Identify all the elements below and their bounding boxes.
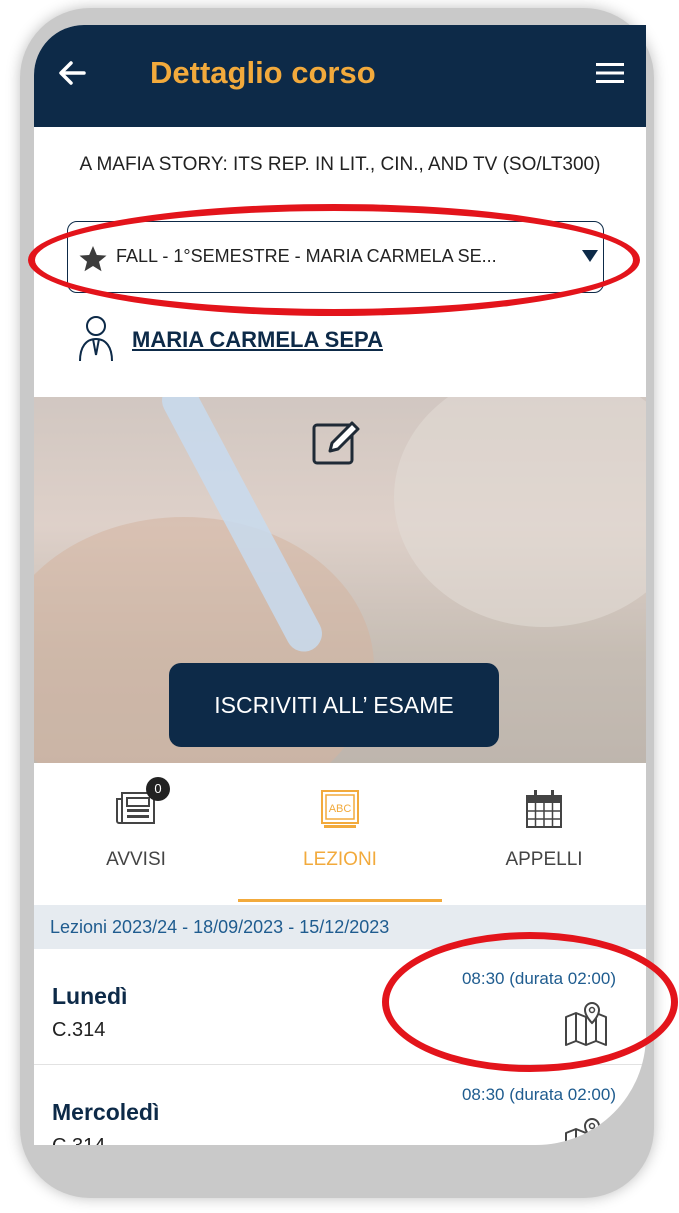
lesson-row[interactable]: Mercoledì C.314 08:30 (durata 02:00) <box>34 1065 646 1145</box>
lesson-day: Mercoledì <box>52 1099 160 1125</box>
lessons-period-header: Lezioni 2023/24 - 18/09/2023 - 15/12/202… <box>34 905 646 949</box>
notice-count-badge: 0 <box>146 777 170 801</box>
calendar-icon <box>526 790 562 828</box>
page-title: Dettaglio corso <box>150 55 376 90</box>
course-name: A MAFIA STORY: ITS REP. IN LIT., CIN., A… <box>79 154 601 175</box>
caret-down-icon[interactable] <box>581 249 599 263</box>
arrow-left-icon[interactable] <box>54 53 94 93</box>
tab-avvisi[interactable]: 0 AVVISI <box>34 763 238 903</box>
tab-appelli[interactable]: APPELLI <box>442 763 646 903</box>
hamburger-menu-icon[interactable] <box>594 57 626 89</box>
teacher-name[interactable]: MARIA CARMELA SEPA <box>132 327 383 353</box>
course-hero-image: ISCRIVITI ALL’ ESAME <box>34 397 646 763</box>
lesson-time: 08:30 (durata 02:00) <box>461 969 616 988</box>
semester-select-value: FALL - 1°SEMESTRE - MARIA CARMELA SE... <box>116 246 497 266</box>
screenshot-frame: Dettaglio corso A MAFIA STORY: ITS REP. … <box>0 0 679 1213</box>
tab-appelli-label: APPELLI <box>505 849 583 870</box>
lesson-room: C.314 <box>52 1135 105 1145</box>
map-pin-icon[interactable] <box>562 1001 610 1049</box>
teacher-icon <box>79 316 113 362</box>
svg-text:ABC: ABC <box>329 803 352 815</box>
lesson-row[interactable]: Lunedì C.314 08:30 (durata 02:00) <box>34 949 646 1065</box>
app-screen: Dettaglio corso A MAFIA STORY: ITS REP. … <box>34 25 646 1145</box>
enroll-exam-button[interactable]: ISCRIVITI ALL’ ESAME <box>169 663 499 747</box>
app-bar: Dettaglio corso <box>34 25 646 127</box>
map-pin-icon[interactable] <box>562 1117 610 1145</box>
tab-bar: 0 AVVISI ABC LEZIONI APPELLI <box>34 763 646 903</box>
tab-lezioni-label: LEZIONI <box>303 849 377 870</box>
edit-icon[interactable] <box>308 415 364 471</box>
tab-lezioni[interactable]: ABC LEZIONI <box>238 763 442 903</box>
star-icon <box>79 246 107 272</box>
active-tab-indicator <box>238 899 442 902</box>
chalkboard-abc-icon: ABC <box>321 790 359 828</box>
lesson-room: C.314 <box>52 1019 106 1041</box>
semester-select[interactable]: FALL - 1°SEMESTRE - MARIA CARMELA SE... <box>67 221 604 293</box>
lesson-day: Lunedì <box>52 983 128 1009</box>
tab-avvisi-label: AVVISI <box>106 849 166 870</box>
lesson-time: 08:30 (durata 02:00) <box>461 1085 616 1104</box>
